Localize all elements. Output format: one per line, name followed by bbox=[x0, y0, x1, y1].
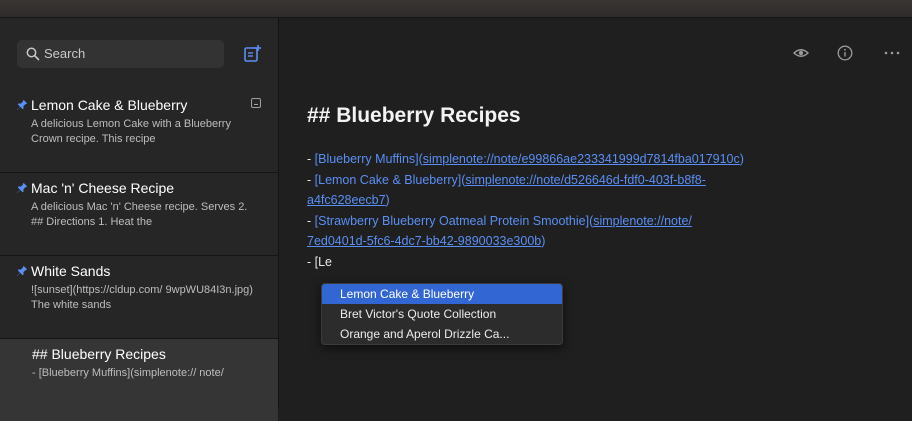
autocomplete-item-selected[interactable]: Lemon Cake & Blueberry bbox=[322, 284, 562, 304]
note-editor[interactable]: ## Blueberry Recipes - [Blueberry Muffin… bbox=[279, 18, 912, 409]
pin-icon bbox=[17, 265, 28, 276]
note-title: ## Blueberry Recipes bbox=[32, 346, 166, 362]
note-body[interactable]: - [Blueberry Muffins](simplenote://note/… bbox=[307, 149, 877, 272]
autocomplete-item[interactable]: Bret Victor's Quote Collection bbox=[322, 304, 562, 324]
note-item-white-sands[interactable]: White Sands ![sunset](https://cldup.com/… bbox=[0, 256, 278, 339]
note-preview: ![sunset](https://cldup.com/ 9wpWU84I3n.… bbox=[31, 284, 253, 311]
note-preview: A delicious Lemon Cake with a Blueberry … bbox=[31, 118, 231, 145]
note-link[interactable]: simplenote://note/e99866ae233341999d7814… bbox=[423, 152, 740, 166]
note-title: White Sands bbox=[31, 263, 111, 279]
note-title: Mac 'n' Cheese Recipe bbox=[31, 180, 175, 196]
link-text: [Strawberry Blueberry Oatmeal Protein Sm… bbox=[314, 213, 590, 228]
new-note-icon[interactable] bbox=[243, 44, 262, 63]
eye-icon[interactable] bbox=[793, 45, 809, 61]
pin-icon bbox=[17, 99, 28, 110]
window-titlebar bbox=[0, 0, 912, 18]
link-text: [Lemon Cake & Blueberry] bbox=[314, 172, 462, 187]
info-icon[interactable] bbox=[837, 45, 853, 61]
link-line-3-cont: 7ed0401d-5fc6-4dc7-bb42-9890033e300b) bbox=[307, 231, 877, 252]
link-line-3: - [Strawberry Blueberry Oatmeal Protein … bbox=[307, 211, 877, 232]
note-title: Lemon Cake & Blueberry bbox=[31, 97, 188, 113]
note-link[interactable]: simplenote://note/ bbox=[593, 214, 692, 228]
search-icon bbox=[26, 47, 40, 61]
paren-close: ) bbox=[541, 234, 546, 248]
list-marker: - bbox=[307, 213, 315, 228]
sidebar: Search Lemon Cake & Blueberry A deliciou… bbox=[0, 18, 279, 421]
note-list: Lemon Cake & Blueberry A delicious Lemon… bbox=[0, 90, 278, 421]
note-preview: A delicious Mac 'n' Cheese recipe. Serve… bbox=[31, 201, 248, 228]
link-line-2-cont: a4fc628eecb7) bbox=[307, 190, 877, 211]
note-item-mac-cheese[interactable]: Mac 'n' Cheese Recipe A delicious Mac 'n… bbox=[0, 173, 278, 256]
paren-close: ) bbox=[385, 193, 390, 207]
link-line-1: - [Blueberry Muffins](simplenote://note/… bbox=[307, 149, 877, 170]
autocomplete-item[interactable]: Orange and Aperol Drizzle Ca... bbox=[322, 324, 562, 344]
list-marker: - bbox=[307, 172, 315, 187]
note-link-cont[interactable]: 7ed0401d-5fc6-4dc7-bb42-9890033e300b bbox=[307, 234, 541, 248]
note-link[interactable]: simplenote://note/d526646d-fdf0-403f-b8f… bbox=[465, 173, 705, 187]
search-placeholder: Search bbox=[44, 46, 86, 61]
pin-icon bbox=[17, 182, 28, 193]
paren-close: ) bbox=[739, 152, 744, 166]
note-heading: ## Blueberry Recipes bbox=[307, 104, 521, 127]
note-preview: - [Blueberry Muffins](simplenote:// note… bbox=[32, 367, 224, 379]
list-marker: - bbox=[307, 152, 315, 166]
typing-line: - [Le bbox=[307, 254, 333, 269]
note-item-lemon-cake[interactable]: Lemon Cake & Blueberry A delicious Lemon… bbox=[0, 90, 278, 173]
link-line-2: - [Lemon Cake & Blueberry](simplenote://… bbox=[307, 170, 877, 191]
autocomplete-popup: Lemon Cake & Blueberry Bret Victor's Quo… bbox=[321, 283, 563, 345]
note-link-cont[interactable]: a4fc628eecb7 bbox=[307, 193, 386, 207]
link-text: [Blueberry Muffins] bbox=[314, 152, 419, 166]
more-icon[interactable] bbox=[883, 45, 901, 61]
markdown-icon bbox=[251, 98, 261, 108]
search-field[interactable]: Search bbox=[17, 40, 224, 68]
